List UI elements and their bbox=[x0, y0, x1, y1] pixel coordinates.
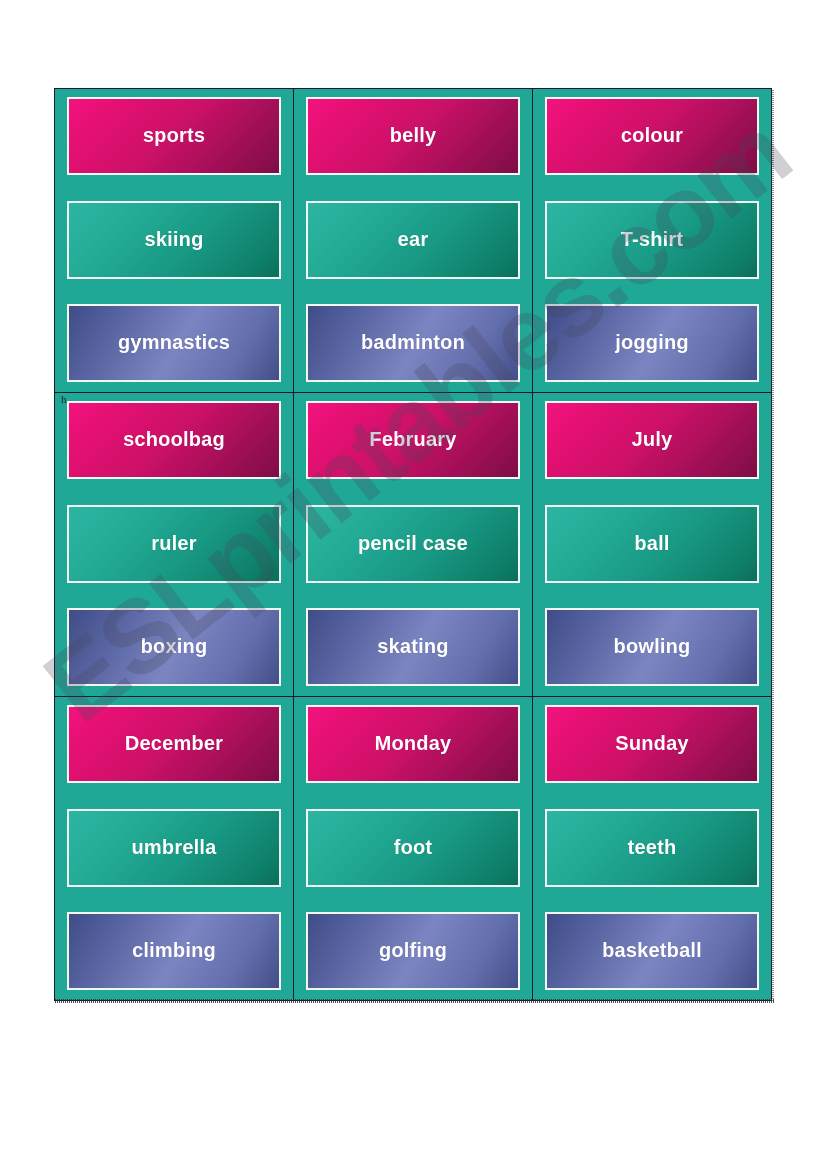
grid-cell: h schoolbag ruler boxing bbox=[55, 393, 294, 696]
flashcard[interactable]: skating bbox=[306, 608, 520, 686]
flashcard[interactable]: T-shirt bbox=[545, 200, 759, 279]
flashcard[interactable]: gymnastics bbox=[67, 304, 281, 382]
flashcard[interactable]: golfing bbox=[306, 912, 520, 990]
grid-cell: sports skiing gymnastics bbox=[55, 89, 294, 392]
flashcard[interactable]: climbing bbox=[67, 912, 281, 990]
grid-cell: belly ear badminton bbox=[294, 89, 533, 392]
flashcard[interactable]: ear bbox=[306, 200, 520, 279]
grid-row: h schoolbag ruler boxing February pencil case… bbox=[55, 393, 771, 697]
flashcard[interactable]: teeth bbox=[545, 808, 759, 887]
grid-cell: December umbrella climbing bbox=[55, 697, 294, 1000]
page-right-edge-shadow bbox=[771, 90, 774, 1002]
flashcard[interactable]: ball bbox=[545, 504, 759, 583]
flashcard[interactable]: July bbox=[545, 401, 759, 479]
flashcard[interactable]: basketball bbox=[545, 912, 759, 990]
flashcard[interactable]: skiing bbox=[67, 200, 281, 279]
flashcard[interactable]: bowling bbox=[545, 608, 759, 686]
grid-row: sports skiing gymnastics belly ear badminton c… bbox=[55, 89, 771, 393]
flashcard[interactable]: sports bbox=[67, 97, 281, 175]
flashcard[interactable]: schoolbag bbox=[67, 401, 281, 479]
flashcard[interactable]: foot bbox=[306, 808, 520, 887]
flashcard[interactable]: jogging bbox=[545, 304, 759, 382]
flashcard[interactable]: December bbox=[67, 705, 281, 783]
flashcard[interactable]: colour bbox=[545, 97, 759, 175]
flashcard[interactable]: ruler bbox=[67, 504, 281, 583]
flashcard[interactable]: Monday bbox=[306, 705, 520, 783]
grid-cell: February pencil case skating bbox=[294, 393, 533, 696]
grid-cell: Monday foot golfing bbox=[294, 697, 533, 1000]
flashcard-grid: sports skiing gymnastics belly ear badminton c… bbox=[54, 88, 772, 1001]
flashcard[interactable]: boxing bbox=[67, 608, 281, 686]
flashcard[interactable]: pencil case bbox=[306, 504, 520, 583]
grid-row: December umbrella climbing Monday foot golfin… bbox=[55, 697, 771, 1000]
grid-cell: Sunday teeth basketball bbox=[533, 697, 771, 1000]
flashcard[interactable]: Sunday bbox=[545, 705, 759, 783]
flashcard[interactable]: umbrella bbox=[67, 808, 281, 887]
flashcard[interactable]: belly bbox=[306, 97, 520, 175]
flashcard[interactable]: badminton bbox=[306, 304, 520, 382]
worksheet-page: sports skiing gymnastics belly ear badminton c… bbox=[0, 0, 821, 1169]
stray-character-artifact: h bbox=[61, 394, 67, 406]
flashcard[interactable]: February bbox=[306, 401, 520, 479]
grid-cell: colour T-shirt jogging bbox=[533, 89, 771, 392]
page-bottom-edge-shadow bbox=[55, 999, 774, 1003]
grid-cell: July ball bowling bbox=[533, 393, 771, 696]
